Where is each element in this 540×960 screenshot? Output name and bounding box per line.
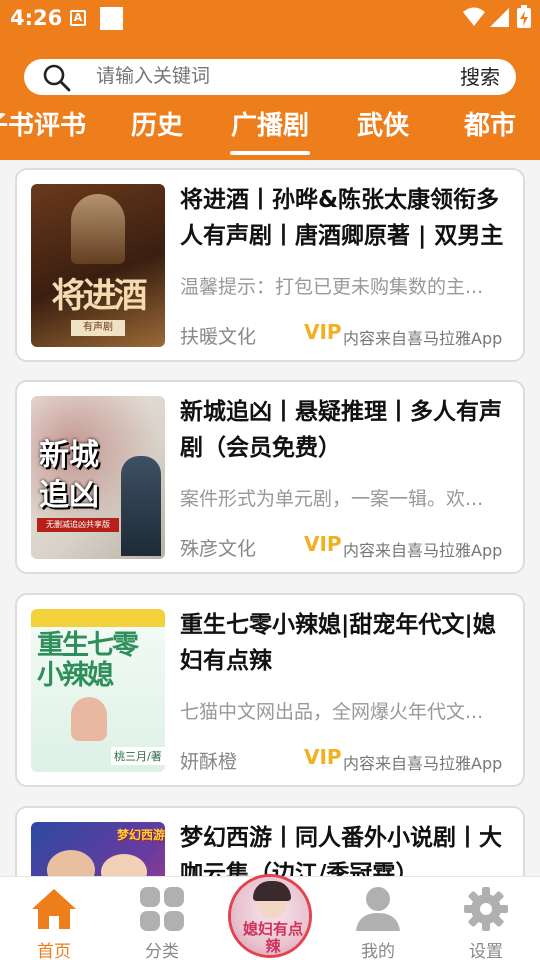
vip-badge: VIP: [304, 745, 342, 769]
vip-badge: VIP: [304, 320, 342, 344]
profile-icon: [356, 887, 400, 931]
item-source: 内容来自喜马拉雅App: [343, 329, 503, 348]
item-description: 温馨提示：打包已更未购集数的主...: [180, 276, 484, 298]
list-item[interactable]: 将进酒 有声剧 将进酒丨孙晔&陈张太康领衔多人有声剧丨唐酒卿原著 | 双男主 温…: [15, 168, 525, 362]
battery-charging-icon: [517, 5, 531, 28]
item-source: 内容来自喜马拉雅App: [343, 541, 503, 560]
search-bar[interactable]: 搜索: [24, 59, 516, 95]
nav-category-label: 分类: [145, 942, 179, 960]
item-source: 内容来自喜马拉雅App: [343, 754, 503, 773]
item-author: 殊彦文化: [180, 538, 257, 560]
cover-title: 新城追凶: [39, 438, 99, 513]
cover-image: 将进酒 有声剧: [31, 184, 165, 347]
list-item[interactable]: 新城追凶 无删减追凶共享版 新城追凶丨悬疑推理丨多人有声剧（会员免费） 案件形式…: [15, 380, 525, 574]
cover-title: 梦幻西游: [117, 828, 165, 842]
cover-subtitle: 无删减追凶共享版: [37, 518, 119, 532]
category-icon: [140, 887, 184, 931]
list-item[interactable]: 重生七零小辣媳 桃三月/著 重生七零小辣媳|甜宠年代文|媳妇有点辣 七猫中文网出…: [15, 593, 525, 787]
cover-image: 新城追凶 无删减追凶共享版: [31, 396, 165, 559]
wifi-icon: [463, 7, 485, 26]
settings-icon: [464, 887, 508, 931]
signal-icon: [490, 8, 509, 27]
category-tabs: 子书评书 历史 广播剧 武侠 都市: [0, 103, 540, 155]
cover-image: 重生七零小辣媳 桃三月/著: [31, 609, 165, 772]
search-button[interactable]: 搜索: [460, 59, 500, 95]
nav-home-label: 首页: [37, 942, 71, 960]
item-description: 七猫中文网出品，全网爆火年代文...: [180, 701, 484, 723]
tab-wuxia[interactable]: 武侠: [357, 105, 409, 142]
search-icon: [43, 64, 71, 92]
nav-home[interactable]: 首页: [0, 877, 108, 960]
status-bar: 4:26 A: [0, 0, 540, 36]
item-title: 将进酒丨孙晔&陈张太康领衔多人有声剧丨唐酒卿原著 | 双男主: [180, 187, 504, 249]
item-title: 重生七零小辣媳|甜宠年代文|媳妇有点辣: [180, 612, 496, 674]
notification-a-icon: A: [70, 10, 86, 26]
cover-title: 重生七零小辣媳: [37, 630, 139, 691]
now-playing-disc[interactable]: 媳妇有点辣: [228, 874, 312, 958]
home-icon: [32, 889, 76, 929]
tab-radio-drama[interactable]: 广播剧: [231, 105, 309, 142]
nav-settings[interactable]: 设置: [432, 877, 540, 960]
item-author: 扶暖文化: [180, 326, 257, 348]
status-time: 4:26: [10, 6, 63, 30]
notification-box-icon: [100, 7, 123, 30]
tab-audiobook-storytelling[interactable]: 子书评书: [0, 105, 86, 142]
nav-category[interactable]: 分类: [108, 877, 216, 960]
search-input[interactable]: [96, 59, 416, 95]
nav-profile[interactable]: 我的: [324, 877, 432, 960]
cover-subtitle: 桃三月/著: [111, 747, 165, 765]
tab-urban[interactable]: 都市: [464, 105, 516, 142]
nav-settings-label: 设置: [469, 942, 503, 960]
vip-badge: VIP: [304, 532, 342, 556]
now-playing-title: 媳妇有点辣: [243, 920, 304, 955]
cover-subtitle: 有声剧: [71, 320, 125, 336]
nav-profile-label: 我的: [361, 942, 395, 960]
active-tab-indicator: [230, 151, 310, 155]
item-title: 新城追凶丨悬疑推理丨多人有声剧（会员免费）: [180, 399, 502, 461]
tab-history[interactable]: 历史: [131, 105, 183, 142]
cover-title: 将进酒: [51, 276, 148, 316]
item-description: 案件形式为单元剧，一案一辑。欢...: [180, 488, 484, 510]
item-author: 妍酥橙: [180, 751, 238, 773]
header-bar: 4:26 A 搜索 子书评书 历史 广播剧 武侠 都市: [0, 0, 540, 160]
